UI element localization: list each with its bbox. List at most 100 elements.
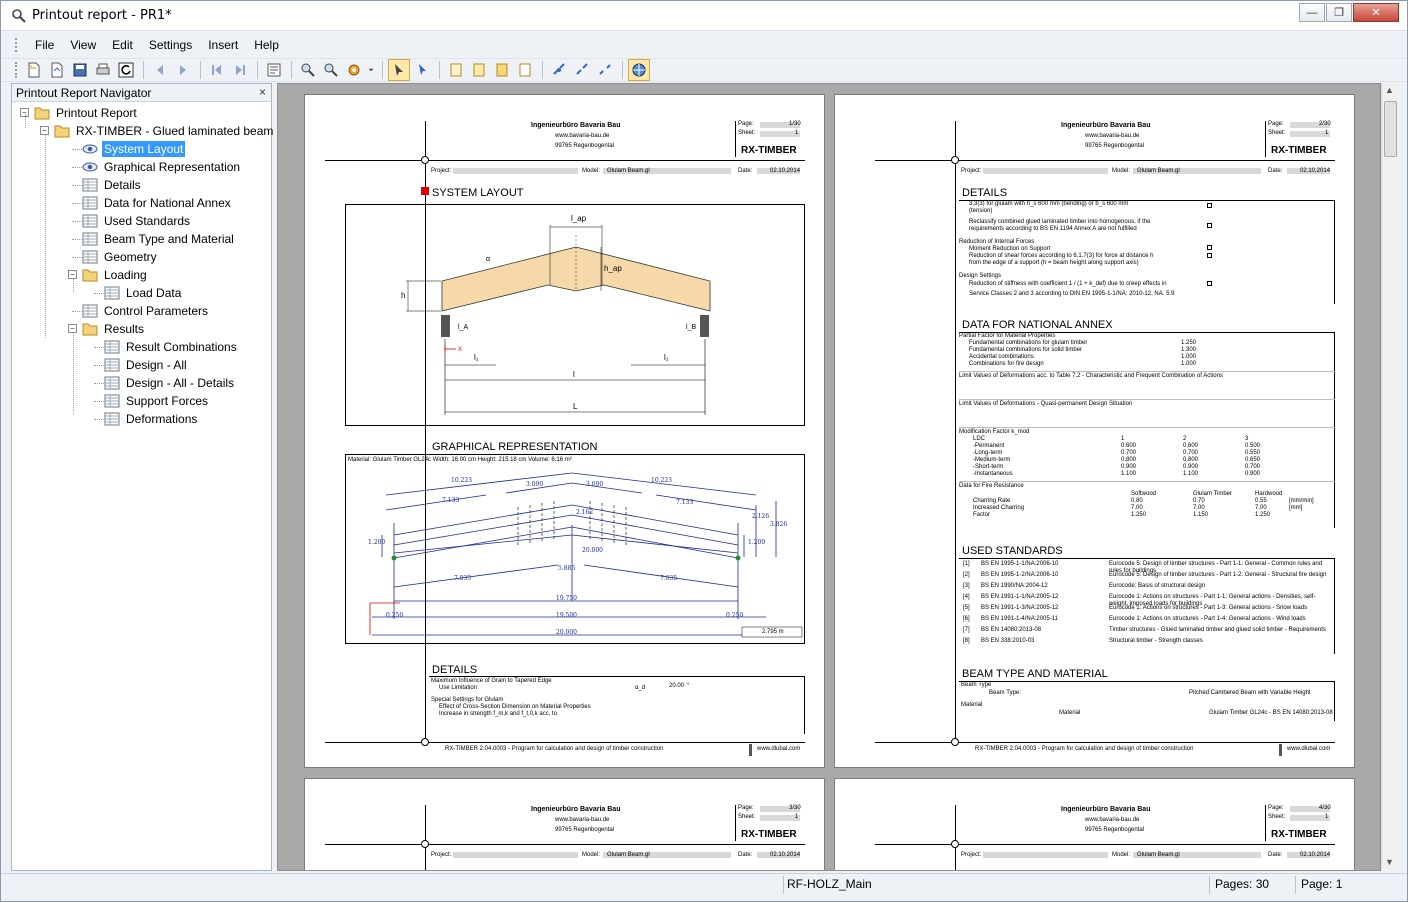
insert-table-button[interactable] xyxy=(468,59,490,81)
tree-item-results[interactable]: Results xyxy=(82,320,146,338)
open-button[interactable] xyxy=(46,59,68,81)
dim-lower-left: 7.133 xyxy=(442,497,460,504)
link-button[interactable] xyxy=(548,59,570,81)
company-city: 99765 Regenbogental xyxy=(555,827,615,833)
toolbar-separator xyxy=(257,61,258,79)
menu-file[interactable]: File xyxy=(27,38,62,52)
new-button[interactable] xyxy=(23,59,45,81)
fire-cell: Hardwood xyxy=(1255,491,1283,497)
zoom-in-button[interactable] xyxy=(297,59,319,81)
prev-page-button[interactable] xyxy=(149,59,171,81)
pointer-tool-button[interactable] xyxy=(411,59,433,81)
scroll-down-icon[interactable]: ▼ xyxy=(1385,857,1394,867)
standard-cell: BS EN 1995-1-1/NA:2006-10 xyxy=(981,561,1059,567)
standard-cell: BS EN 14080:2013-08 xyxy=(981,627,1042,633)
tree-item-label: Graphical Representation xyxy=(104,160,241,174)
menu-insert[interactable]: Insert xyxy=(200,38,246,52)
tree-item-rx-timber-glued-laminated-beam[interactable]: RX-TIMBER - Glued laminated beam xyxy=(54,122,275,140)
tree-item-deformations[interactable]: Deformations xyxy=(104,410,199,428)
insert-image-button[interactable] xyxy=(491,59,513,81)
tree-item-details[interactable]: Details xyxy=(82,176,143,194)
first-page-button[interactable] xyxy=(206,59,228,81)
save-button[interactable] xyxy=(69,59,91,81)
status-page: Page: 1 xyxy=(1301,877,1343,891)
tree-item-design-all-details[interactable]: Design - All - Details xyxy=(104,374,236,392)
close-button[interactable]: ✕ xyxy=(1353,3,1399,22)
print-button[interactable] xyxy=(92,59,114,81)
tree-item-system-layout[interactable]: System Layout xyxy=(82,140,186,158)
kmod-cell: -Long-term xyxy=(973,450,1003,456)
project-label: Project: xyxy=(431,852,452,858)
document-icon xyxy=(473,63,485,77)
beam-type-table: Beam Type Beam Type: Pitched Cambered Be… xyxy=(959,681,1335,721)
section-system-layout: SYSTEM LAYOUT xyxy=(432,187,524,199)
details-table: 3.3(3) for glulam with h_s 600 mm (bendi… xyxy=(959,200,1335,304)
navigator-header: Printout Report Navigator × xyxy=(12,84,271,102)
table-icon xyxy=(104,286,120,300)
tree-item-load-data[interactable]: Load Data xyxy=(104,284,183,302)
national-annex-row: Limit Values of Deformations acc. to Tab… xyxy=(959,373,1223,379)
refresh-button[interactable] xyxy=(115,59,137,81)
tree-item-control-parameters[interactable]: Control Parameters xyxy=(82,302,210,320)
national-annex-row: Combinations for fire design xyxy=(969,361,1044,367)
unlink-icon xyxy=(599,64,611,75)
menu-help[interactable]: Help xyxy=(246,38,287,52)
menu-view[interactable]: View xyxy=(62,38,104,52)
report-viewer[interactable]: Ingenieurbüro Bavaria Bau www.bavaria-ba… xyxy=(277,83,1381,871)
date-value: 02.10.2014 xyxy=(770,852,801,858)
settings-dropdown[interactable] xyxy=(366,59,376,81)
page-label: Page: xyxy=(738,805,754,811)
page-layout-button[interactable] xyxy=(263,59,285,81)
zoom-out-button[interactable] xyxy=(320,59,342,81)
tree-item-printout-report[interactable]: Printout Report xyxy=(34,104,139,122)
tree-item-loading[interactable]: Loading xyxy=(82,266,149,284)
model-value: Glulam Beam.gl xyxy=(607,852,650,858)
national-annex-value: 1.000 xyxy=(1181,354,1197,360)
select-tool-button[interactable] xyxy=(388,59,410,81)
tree-item-result-combinations[interactable]: Result Combinations xyxy=(104,338,239,356)
next-page-button[interactable] xyxy=(172,59,194,81)
globe-button[interactable] xyxy=(628,59,650,81)
footer-url: www.dlubal.com xyxy=(757,746,801,752)
standard-cell: BS EN 338:2010-03 xyxy=(981,638,1035,644)
svg-text:l_A: l_A xyxy=(458,324,468,331)
model-label: Model: xyxy=(582,168,601,174)
minimize-button[interactable]: — xyxy=(1299,3,1325,22)
menu-edit[interactable]: Edit xyxy=(104,38,141,52)
tree-item-graphical-representation[interactable]: Graphical Representation xyxy=(82,158,242,176)
unlink-button[interactable] xyxy=(594,59,616,81)
link-edit-button[interactable] xyxy=(571,59,593,81)
title-bar: Printout report - PR1* — ❐ ✕ xyxy=(1,1,1407,31)
tree-item-data-for-national-annex[interactable]: Data for National Annex xyxy=(82,194,233,212)
insert-text-button[interactable] xyxy=(445,59,467,81)
red-marker xyxy=(421,187,429,195)
standard-cell: BS EN 1991-1-1/NA:2005-12 xyxy=(981,594,1059,600)
dim-bottom-left: 7.035 xyxy=(454,575,472,582)
kmod-cell: 0.500 xyxy=(1245,443,1261,449)
tree-item-design-all[interactable]: Design - All xyxy=(104,356,189,374)
maximize-button[interactable]: ❐ xyxy=(1326,3,1352,22)
menu-settings[interactable]: Settings xyxy=(141,38,200,52)
scroll-up-icon[interactable]: ▲ xyxy=(1385,85,1394,95)
dim-19500: 19.500 xyxy=(556,612,577,619)
insert-page-button[interactable] xyxy=(514,59,536,81)
scale-bar-label: 2.795 m xyxy=(762,629,784,635)
tree-item-support-forces[interactable]: Support Forces xyxy=(104,392,210,410)
scrollbar-thumb[interactable] xyxy=(1384,101,1397,157)
open-icon xyxy=(51,62,63,78)
tree-item-beam-type-and-material[interactable]: Beam Type and Material xyxy=(82,230,236,248)
date-label: Date: xyxy=(738,852,753,858)
company-name: Ingenieurbüro Bavaria Bau xyxy=(531,122,621,129)
magnifier-app-icon xyxy=(12,9,26,23)
last-page-button[interactable] xyxy=(229,59,251,81)
kmod-cell: 0.650 xyxy=(1245,457,1261,463)
navigator-close-icon[interactable]: × xyxy=(259,85,266,99)
details-symbol: α_d xyxy=(635,685,646,691)
settings-button[interactable] xyxy=(343,59,365,81)
dim-center: 5.885 xyxy=(558,565,576,572)
tree-item-geometry[interactable]: Geometry xyxy=(82,248,159,266)
company-city: 99765 Regenbogental xyxy=(555,143,615,149)
tree-item-used-standards[interactable]: Used Standards xyxy=(82,212,192,230)
viewer-scrollbar[interactable]: ▲ ▼ xyxy=(1381,83,1398,871)
page-number: 2/30 xyxy=(1319,121,1331,127)
